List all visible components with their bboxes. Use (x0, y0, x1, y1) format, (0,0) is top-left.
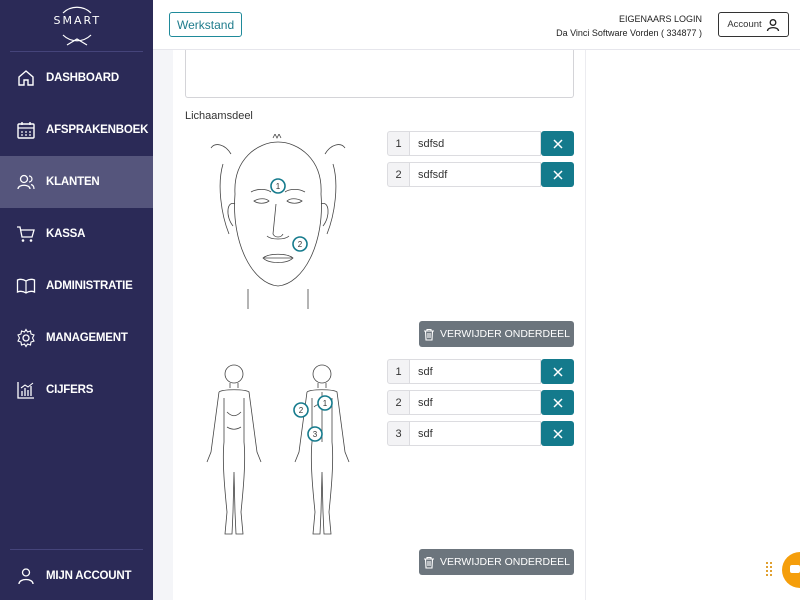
sidebar-item-administratie[interactable]: ADMINISTRATIE (0, 260, 153, 312)
body-markers: 1 2 3 (293, 395, 333, 442)
remove-part-label: VERWIJDER ONDERDEEL (440, 328, 570, 340)
entry-value-input[interactable]: sdf (410, 390, 541, 415)
body-entry-1: 1 sdf (387, 359, 574, 384)
owner-info: EIGENAARS LOGIN Da Vinci Software Vorden… (556, 12, 702, 40)
sidebar-item-label: AFSPRAKENBOEK (46, 124, 149, 136)
close-icon (552, 169, 563, 180)
sidebar-item-mijn-account[interactable]: MIJN ACCOUNT (0, 550, 153, 600)
delete-entry-button[interactable] (541, 359, 574, 384)
sidebar-item-management[interactable]: MANAGEMENT (0, 312, 153, 364)
svg-text:2: 2 (299, 406, 304, 415)
sidebar-item-kassa[interactable]: KASSA (0, 208, 153, 260)
close-icon (552, 397, 563, 408)
sidebar-item-label: CIJFERS (46, 384, 94, 396)
sidebar-item-label: ADMINISTRATIE (46, 280, 133, 292)
sidebar-item-klanten[interactable]: KLANTEN (0, 156, 153, 208)
logo-text: SMART (53, 13, 102, 27)
account-label: Account (727, 19, 762, 30)
entry-value-input[interactable]: sdf (410, 359, 541, 384)
svg-text:1: 1 (323, 399, 328, 408)
delete-entry-button[interactable] (541, 390, 574, 415)
entry-number: 1 (387, 359, 410, 384)
home-icon (16, 68, 36, 88)
werkstand-button[interactable]: Werkstand (169, 12, 243, 37)
drag-handle-icon (766, 562, 772, 576)
chat-widget[interactable] (766, 552, 800, 588)
logo[interactable]: SMART (10, 0, 143, 52)
delete-entry-button[interactable] (541, 162, 574, 187)
entry-number: 1 (387, 131, 410, 156)
sidebar-item-label: MANAGEMENT (46, 332, 128, 344)
entry-value-input[interactable]: sdfsd (410, 131, 541, 156)
notes-textarea[interactable] (185, 50, 574, 98)
entry-number: 2 (387, 390, 410, 415)
sidebar-item-afsprakenboek[interactable]: AFSPRAKENBOEK (0, 104, 153, 156)
close-icon (552, 138, 563, 149)
svg-text:2: 2 (298, 240, 303, 249)
user-icon (766, 18, 779, 31)
trash-icon (424, 328, 435, 341)
users-icon (16, 172, 36, 192)
user-icon (16, 566, 36, 586)
entry-number: 2 (387, 162, 410, 187)
delete-entry-button[interactable] (541, 131, 574, 156)
owner-title: EIGENAARS LOGIN (618, 14, 702, 24)
entry-number: 3 (387, 421, 410, 446)
entry-value-input[interactable]: sdf (410, 421, 541, 446)
sidebar-item-dashboard[interactable]: DASHBOARD (0, 52, 153, 104)
remove-part-button[interactable]: VERWIJDER ONDERDEEL (419, 321, 574, 347)
owner-subtitle: Da Vinci Software Vorden ( 334877 ) (556, 28, 702, 38)
main-content: Lichaamsdeel 1 2 1 sdfsd 2 sdfsdf VERWIJ… (173, 50, 585, 600)
face-entry-2: 2 sdfsdf (387, 162, 574, 187)
body-diagram[interactable]: 1 2 3 (197, 362, 365, 542)
close-icon (552, 366, 563, 377)
entry-value-input[interactable]: sdfsdf (410, 162, 541, 187)
book-icon (16, 276, 36, 296)
face-entry-1: 1 sdfsd (387, 131, 574, 156)
sidebar-item-label: DASHBOARD (46, 72, 119, 84)
remove-part-label: VERWIJDER ONDERDEEL (440, 556, 570, 568)
close-icon (552, 428, 563, 439)
remove-part-button[interactable]: VERWIJDER ONDERDEEL (419, 549, 574, 575)
section-label: Lichaamsdeel (185, 110, 253, 122)
sidebar-item-cijfers[interactable]: CIJFERS (0, 364, 153, 416)
right-panel (585, 50, 800, 600)
sidebar: SMART DASHBOARD AFSPRAKENBOEK KLANTEN KA… (0, 0, 153, 600)
body-entry-3: 3 sdf (387, 421, 574, 446)
svg-text:1: 1 (276, 182, 281, 191)
chart-icon (16, 380, 36, 400)
sidebar-item-label: KLANTEN (46, 176, 100, 188)
calendar-icon (16, 120, 36, 140)
sidebar-item-label: MIJN ACCOUNT (46, 570, 132, 582)
account-button[interactable]: Account (718, 12, 789, 37)
top-header: Werkstand EIGENAARS LOGIN Da Vinci Softw… (153, 0, 800, 50)
cart-icon (16, 224, 36, 244)
body-entry-2: 2 sdf (387, 390, 574, 415)
gear-icon (16, 328, 36, 348)
sidebar-item-label: KASSA (46, 228, 86, 240)
trash-icon (424, 556, 435, 569)
face-diagram[interactable]: 1 2 (203, 134, 353, 314)
svg-text:3: 3 (313, 430, 318, 439)
delete-entry-button[interactable] (541, 421, 574, 446)
